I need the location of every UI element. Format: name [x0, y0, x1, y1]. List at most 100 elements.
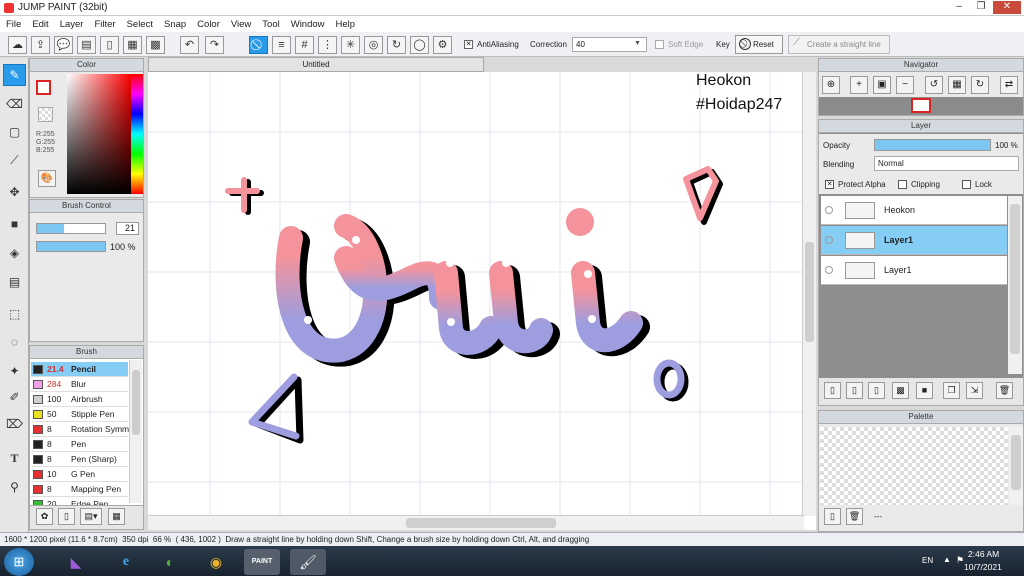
saturation-value-picker[interactable]	[67, 74, 131, 194]
comment-icon[interactable]: 💬	[54, 36, 73, 54]
visibility-icon[interactable]	[825, 266, 833, 274]
create-straight-line-button[interactable]: Create a straight line	[788, 35, 890, 54]
internet-explorer-icon[interactable]: e	[108, 549, 144, 575]
transparent-swatch[interactable]	[38, 107, 53, 122]
clipping-checkbox[interactable]	[898, 180, 907, 189]
delete-palette-icon[interactable]: 🗑	[846, 508, 863, 525]
menu-snap[interactable]: Snap	[164, 19, 186, 30]
hue-slider[interactable]	[131, 74, 143, 194]
snap-vanish-icon[interactable]: ⋮	[318, 36, 337, 54]
clock-date[interactable]: 10/7/2021	[964, 562, 1002, 572]
chrome-icon[interactable]: ◉	[198, 549, 234, 575]
new-brush-icon[interactable]: ▯	[58, 508, 75, 525]
brush-import-icon[interactable]: ▦	[108, 508, 125, 525]
new-file-icon[interactable]: ▯	[100, 36, 119, 54]
close-button[interactable]: ✕	[993, 1, 1021, 14]
new-1bit-layer-icon[interactable]: ▯	[868, 382, 885, 399]
minimize-button[interactable]: –	[948, 1, 970, 14]
canvas-vertical-scrollbar[interactable]	[802, 72, 816, 516]
visual-studio-icon[interactable]: ◣	[58, 549, 94, 575]
flip-icon[interactable]: ⇄	[1000, 76, 1018, 94]
lasso-icon[interactable]: ◌	[3, 331, 26, 353]
layer-row[interactable]: Heokon	[821, 196, 1007, 225]
jump-paint-icon[interactable]: PAINT	[244, 549, 280, 575]
gradient-icon[interactable]: ▤	[3, 271, 26, 293]
tray-flag-icon[interactable]: ⚑	[956, 555, 964, 566]
brush-menu-icon[interactable]: ▤▾	[80, 508, 102, 525]
new-palette-icon[interactable]: ▯	[824, 508, 841, 525]
menu-edit[interactable]: Edit	[32, 19, 48, 30]
brush-opacity-slider[interactable]	[36, 241, 106, 252]
chevron-down-icon[interactable]: ▼	[634, 40, 641, 47]
layer-list-scrollbar[interactable]	[1008, 196, 1022, 374]
snap-cross-icon[interactable]: #	[295, 36, 314, 54]
tray-up-icon[interactable]: ▲	[943, 555, 951, 564]
share-icon[interactable]: ⇪	[31, 36, 50, 54]
line-icon[interactable]: ⟋	[3, 149, 26, 171]
undo-icon[interactable]: ↶	[180, 36, 199, 54]
menu-layer[interactable]: Layer	[60, 19, 84, 30]
layer-opacity-slider[interactable]	[874, 139, 991, 151]
rotate-right-icon[interactable]: ↻	[971, 76, 989, 94]
zoom-actual-icon[interactable]: ▣	[873, 76, 891, 94]
comic-icon[interactable]: ▦	[123, 36, 142, 54]
select-rect-icon[interactable]: ▢	[3, 121, 26, 143]
blending-select[interactable]: Normal	[874, 156, 1019, 171]
halftone-layer-icon[interactable]: ▩	[892, 382, 909, 399]
menu-help[interactable]: Help	[336, 19, 356, 30]
brush-list-scrollbar[interactable]	[129, 360, 142, 503]
delete-layer-icon[interactable]: 🗑	[996, 382, 1013, 399]
paint-app-icon[interactable]: 🖌	[290, 549, 326, 575]
protect-alpha-checkbox[interactable]: ✕	[825, 180, 834, 189]
pen-icon[interactable]: ✎	[3, 64, 26, 86]
snap-curve-icon[interactable]: ↻	[387, 36, 406, 54]
menu-color[interactable]: Color	[197, 19, 220, 30]
layer-row-selected[interactable]: Layer1	[821, 226, 1007, 255]
brush-list-item[interactable]: 284 Blur	[31, 377, 128, 392]
clock-time[interactable]: 2:46 AM	[968, 549, 999, 559]
brush-list-item[interactable]: 21.4 Pencil	[31, 362, 128, 377]
menu-view[interactable]: View	[231, 19, 251, 30]
menu-file[interactable]: File	[6, 19, 21, 30]
new-layer-icon[interactable]: ▯	[824, 382, 841, 399]
select-eraser-icon[interactable]: ⌦	[3, 413, 26, 435]
snap-off-icon[interactable]: ⃠	[249, 36, 268, 54]
zoom-fit-icon[interactable]: ⊕	[822, 76, 840, 94]
snap-parallel-icon[interactable]: ≡	[272, 36, 291, 54]
select-pen-icon[interactable]: ✐	[3, 386, 26, 408]
snap-radial-icon[interactable]: ✳	[341, 36, 360, 54]
merge-layer-icon[interactable]: ⇲	[966, 382, 983, 399]
brush-size-slider[interactable]	[36, 223, 106, 234]
folder-icon[interactable]: ■	[916, 382, 933, 399]
magic-wand-icon[interactable]: ✦	[3, 360, 26, 382]
fill-rect-icon[interactable]: ■	[3, 213, 26, 235]
brush-settings-icon[interactable]: ✿	[36, 508, 53, 525]
redo-icon[interactable]: ↷	[205, 36, 224, 54]
visibility-icon[interactable]	[825, 236, 833, 244]
text-icon[interactable]: T	[3, 447, 26, 469]
zoom-out-icon[interactable]: −	[896, 76, 914, 94]
antialiasing-checkbox[interactable]: ✕	[464, 40, 473, 49]
maximize-button[interactable]: ❐	[970, 1, 992, 14]
palette-swatches[interactable]	[820, 427, 1008, 505]
visibility-icon[interactable]	[825, 206, 833, 214]
tab-untitled[interactable]: Untitled	[148, 57, 484, 72]
brush-list-item[interactable]: 8 Mapping Pen	[31, 482, 128, 497]
brush-list-item[interactable]: 100 Airbrush	[31, 392, 128, 407]
snap-settings-icon[interactable]: ⚙	[433, 36, 452, 54]
menu-tool[interactable]: Tool	[262, 19, 279, 30]
palette-icon[interactable]: 🎨	[38, 170, 56, 187]
brush-list-item[interactable]: 10 G Pen	[31, 467, 128, 482]
rotate-left-icon[interactable]: ↺	[925, 76, 943, 94]
menu-select[interactable]: Select	[127, 19, 153, 30]
brush-list-item[interactable]: 8 Rotation Symmetry	[31, 422, 129, 437]
brush-list-item[interactable]: 8 Pen (Sharp)	[31, 452, 128, 467]
duplicate-layer-icon[interactable]: ❐	[943, 382, 960, 399]
canvas-horizontal-scrollbar[interactable]	[148, 515, 804, 530]
eyedropper-icon[interactable]: ⚲	[3, 476, 26, 498]
start-button[interactable]: ⊞	[4, 548, 34, 576]
canvas[interactable]: Heokon #Hoidap247	[148, 72, 816, 530]
snap-circle-icon[interactable]: ◎	[364, 36, 383, 54]
move-icon[interactable]: ✥	[3, 181, 26, 203]
coc-coc-icon[interactable]: ◐	[152, 549, 188, 575]
